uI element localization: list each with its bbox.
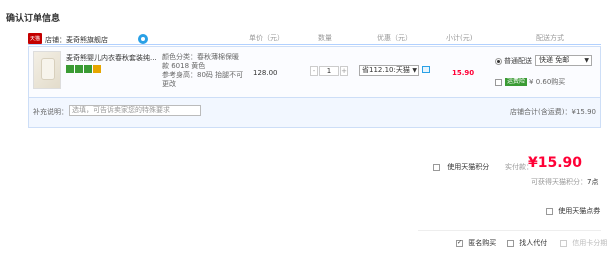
divider	[418, 230, 601, 231]
use-coupon-label: 使用天猫点券	[558, 207, 601, 215]
use-points: 使用天猫积分	[433, 162, 489, 172]
freight-insurance-price: ¥ 0.60购买	[529, 78, 566, 86]
earn-points-label: 可获得天猫积分：	[531, 178, 587, 186]
col-quantity: 数量	[318, 34, 332, 42]
badge-icon	[84, 65, 92, 73]
use-points-label: 使用天猫积分	[447, 163, 490, 171]
memo-label: 补充说明：	[33, 108, 68, 116]
page-title: 确认订单信息	[6, 14, 61, 24]
item-subtotal: 15.90	[452, 69, 475, 77]
store-total: 店铺合计(含运费)：¥15.90	[510, 108, 596, 116]
use-points-checkbox[interactable]	[433, 163, 440, 171]
col-unit-price: 单价（元）	[249, 34, 284, 42]
col-subtotal: 小计(元)	[446, 34, 473, 42]
col-discount: 优惠（元）	[377, 34, 412, 42]
freight-insurance: 运费险 ¥ 0.60购买	[495, 77, 565, 87]
memo-input[interactable]: 选填，可告诉卖家您的特殊要求	[69, 105, 201, 116]
earn-points: 可获得天猫积分：7点	[531, 177, 598, 187]
anonymous-purchase: 匿名购买	[456, 238, 496, 248]
col-shipping: 配送方式	[536, 34, 564, 42]
paid-value: ¥15.90	[528, 155, 583, 171]
badge-icon	[93, 65, 101, 73]
find-payer: 找人代付	[507, 238, 547, 248]
product-thumbnail[interactable]	[33, 51, 61, 89]
anonymous-checkbox[interactable]	[456, 239, 463, 247]
quantity-stepper: -1 +	[310, 66, 348, 76]
product-title[interactable]: 麦奇熊婴儿内衣春秋套装纯...	[66, 53, 161, 63]
use-coupon-checkbox[interactable]	[546, 207, 553, 215]
shipping-radio[interactable]	[495, 57, 502, 65]
product-props: 颜色分类：春秋薄棉保暖款 6018 黄色 参考身高：80码 抬腿不可更改	[162, 53, 244, 88]
credit-card-checkbox[interactable]	[560, 239, 567, 247]
credit-card-installment: 信用卡分期	[560, 238, 607, 248]
wangwang-chat-icon[interactable]	[138, 34, 148, 44]
memo-row: 补充说明： 选填，可告诉卖家您的特殊要求 店铺合计(含运费)：¥15.90	[28, 98, 601, 128]
shipping-method-label: 普通配送	[504, 57, 532, 65]
comment-icon[interactable]	[422, 66, 430, 73]
coupon-select-value: 省112.10:天猫	[362, 66, 410, 74]
shipping-select-value: 快递 免邮	[539, 56, 570, 64]
order-item: 麦奇熊婴儿内衣春秋套装纯... 颜色分类：春秋薄棉保暖款 6018 黄色 参考身…	[28, 46, 601, 98]
service-badges	[66, 65, 102, 75]
coupon-select[interactable]: 省112.10:天猫 ▼	[359, 65, 419, 76]
tmall-store-icon: 天猫	[28, 33, 42, 44]
freight-insurance-tag: 运费险	[505, 78, 528, 86]
use-coupon: 使用天猫点券	[546, 206, 600, 216]
chevron-down-icon: ▼	[584, 57, 589, 64]
credit-card-label: 信用卡分期	[572, 239, 608, 247]
anonymous-label: 匿名购买	[468, 239, 497, 247]
qty-minus-button[interactable]: -	[310, 66, 318, 76]
freight-insurance-checkbox[interactable]	[495, 78, 502, 86]
shipping-option: 普通配送	[495, 56, 532, 66]
badge-icon	[75, 65, 83, 73]
earn-points-value: 7点	[587, 178, 599, 186]
shipping-select[interactable]: 快递 免邮 ▼	[535, 55, 592, 66]
qty-input[interactable]: 1	[319, 66, 339, 76]
find-payer-checkbox[interactable]	[507, 239, 514, 247]
unit-price: 128.00	[253, 69, 278, 77]
find-payer-label: 找人代付	[519, 239, 548, 247]
badge-icon	[66, 65, 74, 73]
qty-plus-button[interactable]: +	[340, 66, 348, 76]
chevron-down-icon: ▼	[412, 67, 417, 74]
